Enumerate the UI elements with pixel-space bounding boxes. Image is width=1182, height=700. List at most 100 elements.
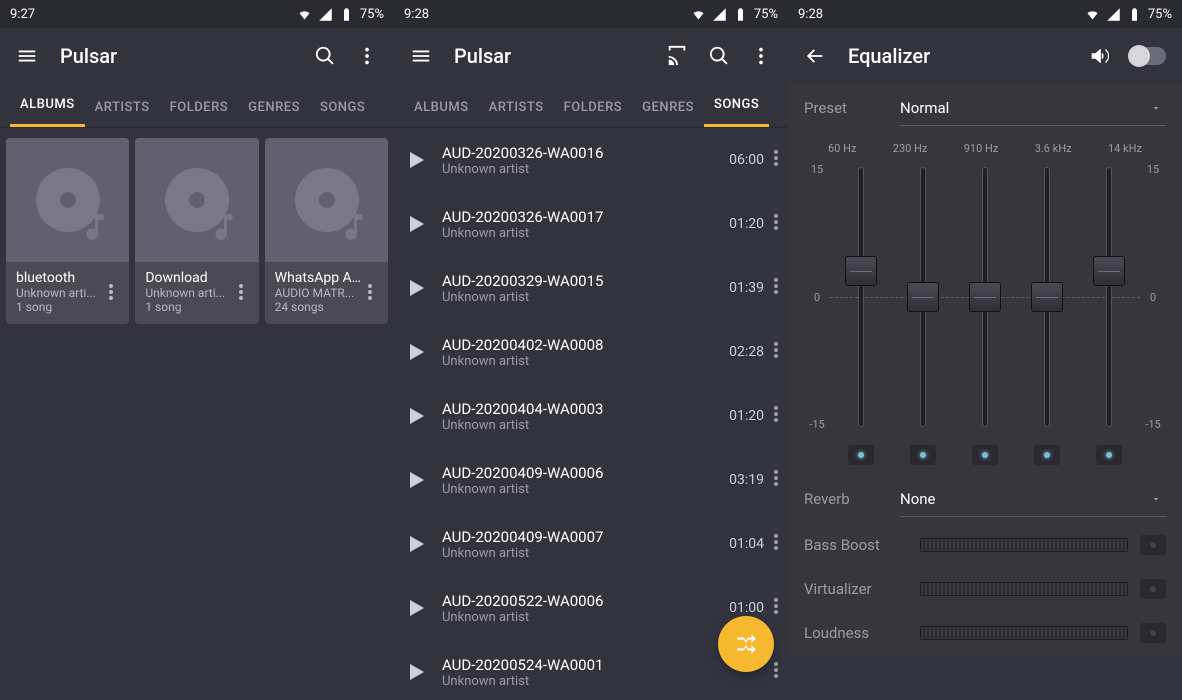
overflow-icon[interactable] <box>740 35 782 77</box>
effect-row: Bass Boost <box>788 523 1182 567</box>
tab-folders[interactable]: FOLDERS <box>160 88 239 127</box>
effect-slider[interactable] <box>920 626 1128 640</box>
album-art <box>6 138 129 262</box>
song-row[interactable]: AUD-20200409-WA0007 Unknown artist 01:04 <box>394 512 788 576</box>
play-icon <box>410 152 424 168</box>
song-more-icon[interactable] <box>774 662 778 682</box>
preset-select[interactable]: Normal <box>900 90 1166 126</box>
screen-albums: 9:27 75% Pulsar ALBUMSARTISTSFOLDERSGENR… <box>0 0 394 700</box>
song-more-icon[interactable] <box>774 342 778 362</box>
song-title: AUD-20200409-WA0006 <box>442 464 719 482</box>
song-title: AUD-20200404-WA0003 <box>442 400 719 418</box>
freq-label: 14 kHz <box>1108 142 1142 155</box>
effect-toggle[interactable] <box>1140 623 1166 643</box>
band-indicator[interactable] <box>1096 445 1122 465</box>
album-more-icon[interactable] <box>362 270 378 314</box>
song-duration: 01:39 <box>729 280 764 296</box>
shuffle-fab[interactable] <box>718 616 774 672</box>
album-card[interactable]: Download Unknown arti... 1 song <box>135 138 258 324</box>
song-more-icon[interactable] <box>774 214 778 234</box>
song-more-icon[interactable] <box>774 534 778 554</box>
album-more-icon[interactable] <box>233 270 249 314</box>
tab-genres[interactable]: GENRES <box>238 88 310 127</box>
song-title: AUD-20200409-WA0007 <box>442 528 719 546</box>
song-more-icon[interactable] <box>774 150 778 170</box>
song-more-icon[interactable] <box>774 598 778 618</box>
album-title: WhatsApp Audio <box>275 270 362 286</box>
eq-band-slider[interactable] <box>965 163 1005 431</box>
song-more-icon[interactable] <box>774 278 778 298</box>
song-artist: Unknown artist <box>442 546 719 561</box>
eq-band-slider[interactable] <box>1027 163 1067 431</box>
menu-icon[interactable] <box>6 35 48 77</box>
status-bar: 9:27 75% <box>0 0 394 28</box>
band-indicator[interactable] <box>1034 445 1060 465</box>
tab-albums[interactable]: ALBUMS <box>10 85 85 127</box>
tab-albums[interactable]: ALBUMS <box>404 88 479 127</box>
song-more-icon[interactable] <box>774 406 778 426</box>
battery-icon <box>733 7 748 22</box>
play-icon <box>410 408 424 424</box>
album-more-icon[interactable] <box>103 270 119 314</box>
song-title: AUD-20200326-WA0016 <box>442 144 719 162</box>
band-indicator[interactable] <box>972 445 998 465</box>
album-card[interactable]: WhatsApp Audio AUDIO MATR... 24 songs <box>265 138 388 324</box>
band-indicator[interactable] <box>848 445 874 465</box>
scale-left: 150-15 <box>804 163 830 431</box>
menu-icon[interactable] <box>400 35 442 77</box>
song-row[interactable]: AUD-20200404-WA0003 Unknown artist 01:20 <box>394 384 788 448</box>
music-note-icon <box>78 210 112 244</box>
eq-toggle[interactable] <box>1130 47 1166 65</box>
song-row[interactable]: AUD-20200326-WA0016 Unknown artist 06:00 <box>394 128 788 192</box>
effect-label: Loudness <box>804 624 908 642</box>
eq-content: Preset Normal 60 Hz230 Hz910 Hz3.6 kHz14… <box>788 84 1182 656</box>
album-card[interactable]: bluetooth Unknown arti... 1 song <box>6 138 129 324</box>
song-row[interactable]: AUD-20200402-WA0008 Unknown artist 02:28 <box>394 320 788 384</box>
battery-pct: 75% <box>1148 7 1172 22</box>
eq-band-slider[interactable] <box>841 163 881 431</box>
search-icon[interactable] <box>698 35 740 77</box>
band-indicator[interactable] <box>910 445 936 465</box>
effect-row: Loudness <box>788 611 1182 655</box>
eq-band-slider[interactable] <box>1089 163 1129 431</box>
tab-artists[interactable]: ARTISTS <box>479 88 554 127</box>
eq-band-slider[interactable] <box>903 163 943 431</box>
preset-label: Preset <box>804 99 900 117</box>
volume-icon[interactable] <box>1078 35 1120 77</box>
screen-songs: 9:28 75% Pulsar ALBUMSARTISTSFOLDERSGENR… <box>394 0 788 700</box>
effect-toggle[interactable] <box>1140 535 1166 555</box>
freq-labels: 60 Hz230 Hz910 Hz3.6 kHz14 kHz <box>788 132 1182 159</box>
back-icon[interactable] <box>794 35 836 77</box>
song-artist: Unknown artist <box>442 290 719 305</box>
reverb-select[interactable]: None <box>900 481 1166 517</box>
tab-genres[interactable]: GENRES <box>632 88 704 127</box>
screen-equalizer: 9:28 75% Equalizer Preset Normal 60 Hz23… <box>788 0 1182 700</box>
overflow-icon[interactable] <box>346 35 388 77</box>
song-more-icon[interactable] <box>774 470 778 490</box>
song-title: AUD-20200402-WA0008 <box>442 336 719 354</box>
effect-label: Bass Boost <box>804 536 908 554</box>
cast-icon[interactable] <box>656 35 698 77</box>
play-icon <box>410 472 424 488</box>
effect-toggle[interactable] <box>1140 579 1166 599</box>
effect-slider[interactable] <box>920 538 1128 552</box>
tab-songs[interactable]: SONGS <box>704 85 769 127</box>
song-row[interactable]: AUD-20200326-WA0017 Unknown artist 01:20 <box>394 192 788 256</box>
song-row[interactable]: AUD-20200409-WA0006 Unknown artist 03:19 <box>394 448 788 512</box>
wifi-icon <box>1085 7 1100 22</box>
music-note-icon <box>207 210 241 244</box>
tab-folders[interactable]: FOLDERS <box>554 88 633 127</box>
song-artist: Unknown artist <box>442 162 719 177</box>
album-art <box>265 138 388 262</box>
song-row[interactable]: AUD-20200329-WA0015 Unknown artist 01:39 <box>394 256 788 320</box>
album-count: 24 songs <box>275 300 362 314</box>
tab-songs[interactable]: SONGS <box>310 88 375 127</box>
chevron-down-icon <box>1150 493 1162 505</box>
effect-slider[interactable] <box>920 582 1128 596</box>
chevron-down-icon <box>1150 102 1162 114</box>
status-time: 9:28 <box>798 7 823 22</box>
tab-artists[interactable]: ARTISTS <box>85 88 160 127</box>
preset-row: Preset Normal <box>788 84 1182 132</box>
search-icon[interactable] <box>304 35 346 77</box>
song-duration: 06:00 <box>729 152 764 168</box>
